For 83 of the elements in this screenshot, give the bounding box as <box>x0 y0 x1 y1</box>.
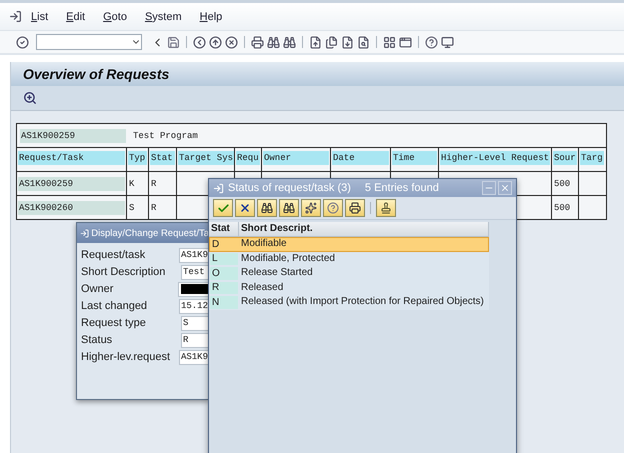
menu-item[interactable]: Help <box>190 10 232 22</box>
input-field[interactable]: AS1K9 <box>178 350 209 364</box>
field-label: Higher-lev.request <box>81 351 172 363</box>
stamp-icon <box>380 202 392 214</box>
field-label: Short Description <box>81 266 166 278</box>
dialog-title: Status of request/task (3) <box>228 182 351 194</box>
status-row[interactable]: O Release Started <box>209 266 489 280</box>
layout-icon[interactable] <box>383 36 396 48</box>
confirm-button[interactable] <box>213 199 233 217</box>
column-header: Target Sys <box>178 151 234 165</box>
status-row[interactable]: L Modifiable, Protected <box>209 252 489 266</box>
find-icon[interactable] <box>267 36 280 48</box>
status-row[interactable]: N Released (with Import Protection for Repaired Objects) <box>209 295 489 310</box>
table-cell-text: S <box>128 202 136 214</box>
table-cell: AS1K900260 <box>18 200 125 214</box>
field-label: Owner <box>81 283 114 295</box>
menu-item[interactable]: List <box>22 10 58 22</box>
cancel-icon <box>239 202 251 214</box>
column-header: Stat <box>209 222 239 236</box>
table-cell-text: R <box>150 178 158 190</box>
find-next-icon[interactable] <box>283 36 296 48</box>
monitor-icon[interactable] <box>441 36 454 48</box>
sparkle-button[interactable] <box>301 199 321 217</box>
dialog-icon <box>80 228 90 238</box>
window-icon[interactable] <box>399 36 412 48</box>
dialog-icon <box>213 182 224 194</box>
menu-item[interactable]: Edit <box>57 10 94 22</box>
help-icon[interactable] <box>425 36 438 48</box>
input-field[interactable] <box>178 282 209 296</box>
column-header: Date <box>332 151 389 165</box>
input-field[interactable]: 15.12 <box>178 298 209 314</box>
stamp-button[interactable] <box>376 199 396 217</box>
column-header: Sour <box>553 151 577 165</box>
field-label: Last changed <box>81 300 148 312</box>
column-header: Owner <box>263 151 329 165</box>
field-label: Request/task <box>81 249 146 261</box>
help-button[interactable] <box>323 199 343 217</box>
binoculars-icon <box>283 202 295 214</box>
entries-count: 5 Entries found <box>364 182 439 194</box>
check-icon <box>216 202 230 214</box>
dialog-title: Display/Change Request/Ta <box>91 226 209 240</box>
column-header: Targ <box>580 151 604 165</box>
field-label: Request type <box>81 317 147 329</box>
menu-item[interactable]: Goto <box>94 10 136 22</box>
find-next-button[interactable] <box>279 199 299 217</box>
screen-title: Overview of Requests <box>23 66 170 82</box>
input-field[interactable]: S <box>181 316 209 330</box>
column-header: Time <box>392 151 437 165</box>
column-header: Request/Task <box>18 151 125 165</box>
status-row[interactable]: D Modifiable <box>209 237 489 252</box>
column-header: Typ <box>128 151 147 165</box>
table-cell-text: 500 <box>553 202 572 214</box>
printer-icon <box>349 202 361 214</box>
save-icon[interactable] <box>167 36 180 48</box>
column-header: Short Descript. <box>239 222 489 236</box>
cancel-icon[interactable] <box>225 36 238 48</box>
column-header: Higher-Level Request <box>440 151 550 165</box>
zoom-icon[interactable] <box>23 91 37 105</box>
sparkle-icon <box>305 202 317 214</box>
print-button[interactable] <box>345 199 365 217</box>
column-header: Stat <box>150 151 175 165</box>
command-field[interactable] <box>36 34 142 50</box>
table-cell-text: K <box>128 178 136 190</box>
table-cell-text: 500 <box>553 178 572 190</box>
close-icon <box>500 183 510 193</box>
help-icon <box>327 202 339 214</box>
request-id: AS1K900259 <box>20 128 126 142</box>
back-icon[interactable] <box>193 36 206 48</box>
input-field[interactable]: R <box>181 332 209 348</box>
table-cell: AS1K900259 <box>18 176 125 190</box>
check-icon[interactable] <box>16 36 29 48</box>
status-row[interactable]: R Released <box>209 280 489 295</box>
find-button[interactable] <box>257 199 277 217</box>
input-field[interactable]: AS1K9 <box>178 248 209 262</box>
table-cell-text: R <box>150 202 158 214</box>
print-icon[interactable] <box>251 36 264 48</box>
field-label: Status <box>81 334 114 346</box>
binoculars-icon <box>261 202 273 214</box>
request-description: Test Program <box>132 130 199 142</box>
input-field[interactable]: Test <box>181 264 209 280</box>
cancel-button[interactable] <box>235 199 255 217</box>
menu-item[interactable]: System <box>136 10 191 22</box>
column-header: Requ <box>236 151 260 165</box>
